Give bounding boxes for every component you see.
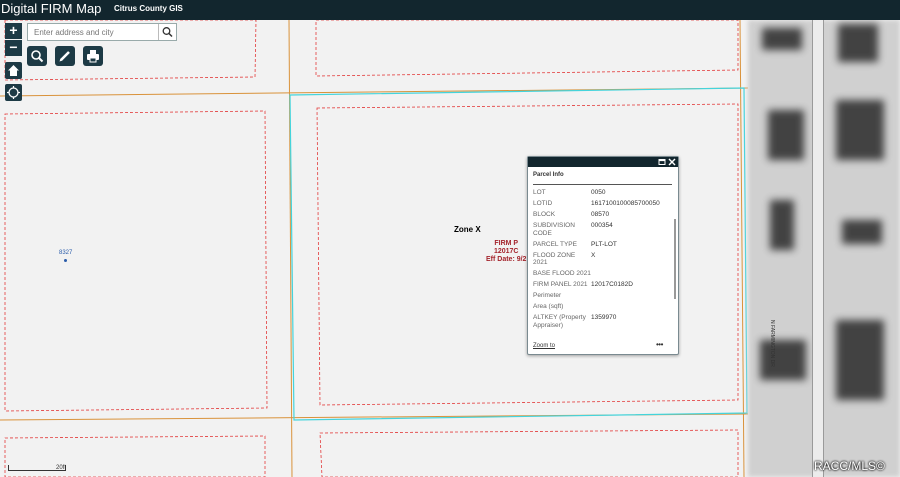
locate-button[interactable] xyxy=(5,84,22,101)
attribute-value: X xyxy=(591,251,596,259)
attribute-value: 12017C0182D xyxy=(591,281,633,288)
attribute-row: Area (sqft) xyxy=(533,303,673,311)
draw-tool-button[interactable] xyxy=(55,46,75,66)
organization-name: Citrus County GIS xyxy=(114,4,183,13)
attribute-row: BLOCK 08570 xyxy=(533,211,673,219)
zoom-to-link[interactable]: Zoom to xyxy=(533,343,555,349)
obscured-feature xyxy=(842,220,882,244)
popup-scrollbar[interactable] xyxy=(674,219,676,299)
magnifier-icon xyxy=(31,50,44,63)
firm-label-line: Eff Date: 9/2 xyxy=(486,256,527,263)
search-input[interactable] xyxy=(28,24,166,40)
search-box xyxy=(27,23,177,41)
app-header: Digital FIRM Map Citrus County GIS xyxy=(0,0,900,20)
attribute-key: SUBDIVISION CODE xyxy=(533,222,575,237)
scale-label: 20ft xyxy=(56,465,67,471)
parcel-point xyxy=(64,259,67,262)
attribute-row: ALTKEY (Property Appraiser) 1359970 xyxy=(533,314,673,329)
zoom-out-button[interactable]: − xyxy=(5,40,22,56)
attribute-value: 1617100100085700050 xyxy=(591,200,660,207)
printer-icon xyxy=(87,50,99,63)
attribute-key: PARCEL TYPE xyxy=(533,240,577,248)
firm-label-line: 12017C xyxy=(493,248,519,255)
firm-label-line: FIRM P xyxy=(494,240,519,247)
attribute-key: BLOCK xyxy=(533,211,556,218)
attribute-key: FLOOD ZONE 2021 xyxy=(533,251,576,267)
attribute-key: LOTID xyxy=(533,200,553,207)
obscured-feature xyxy=(838,24,878,62)
attribute-row: BASE FLOOD 2021 xyxy=(533,270,673,278)
obscured-feature xyxy=(760,340,806,380)
obscured-feature xyxy=(770,200,794,250)
attribute-key: FIRM PANEL 2021 xyxy=(533,281,588,288)
popup-header xyxy=(528,157,678,167)
app-title: Digital FIRM Map xyxy=(1,1,102,16)
attribute-key: ALTKEY (Property Appraiser) xyxy=(533,314,586,329)
home-button[interactable] xyxy=(5,62,22,79)
obscured-feature xyxy=(768,110,804,160)
attribute-table: LOT 0050 LOTID 1617100100085700050 BLOCK 08… xyxy=(533,189,673,343)
flood-zone-label: Zone X xyxy=(454,225,481,234)
obscured-feature xyxy=(836,100,884,160)
attribute-key: BASE FLOOD 2021 xyxy=(533,270,591,277)
close-icon[interactable] xyxy=(668,158,676,166)
attribute-value: 08570 xyxy=(591,211,610,218)
parcel-info-popup: Parcel Info LOT 0050 LOTID 161710010008570… xyxy=(527,156,679,355)
attribute-key: Perimeter xyxy=(533,292,562,299)
search-icon xyxy=(162,27,173,38)
attribute-value: PLT-LOT xyxy=(591,240,617,248)
attribute-value: 1359970 xyxy=(591,314,617,321)
maximize-icon[interactable] xyxy=(658,158,666,166)
home-icon xyxy=(8,65,19,76)
attribute-row: Perimeter xyxy=(533,292,673,300)
attribute-key: LOT xyxy=(533,189,546,196)
obscured-feature xyxy=(836,320,884,400)
firm-panel-label: FIRM P 12017C Eff Date: 9/2 xyxy=(486,240,526,264)
attribute-row: PARCEL TYPE PLT-LOT xyxy=(533,241,673,249)
search-button[interactable] xyxy=(158,24,176,40)
attribute-row: FIRM PANEL 2021 12017C0182D xyxy=(533,281,673,289)
more-options-button[interactable]: ••• xyxy=(656,340,663,349)
watermark: RACC/MLS© xyxy=(814,459,885,473)
locate-icon xyxy=(7,86,20,99)
divider xyxy=(533,184,672,185)
road-label: N FARMINGTON DR xyxy=(769,320,775,367)
popup-title: Parcel Info xyxy=(533,172,564,178)
obscured-feature xyxy=(762,28,802,50)
attribute-row: SUBDIVISION CODE 000354 xyxy=(533,222,673,237)
search-tool-button[interactable] xyxy=(27,46,47,66)
print-button[interactable] xyxy=(83,46,103,66)
pencil-icon xyxy=(59,51,70,62)
attribute-key: Area (sqft) xyxy=(533,303,564,310)
attribute-row: LOT 0050 xyxy=(533,189,673,197)
map-view[interactable]: N FARMINGTON DR Zone X 8327 FIRM P 12017… xyxy=(0,20,900,477)
parcel-number-label: 8327 xyxy=(59,250,73,256)
attribute-row: FLOOD ZONE 2021 X xyxy=(533,252,673,267)
road xyxy=(812,20,824,477)
zoom-in-button[interactable]: + xyxy=(5,23,22,39)
attribute-value: 0050 xyxy=(591,189,606,196)
attribute-row: LOTID 1617100100085700050 xyxy=(533,200,673,208)
attribute-value: 000354 xyxy=(591,222,613,229)
